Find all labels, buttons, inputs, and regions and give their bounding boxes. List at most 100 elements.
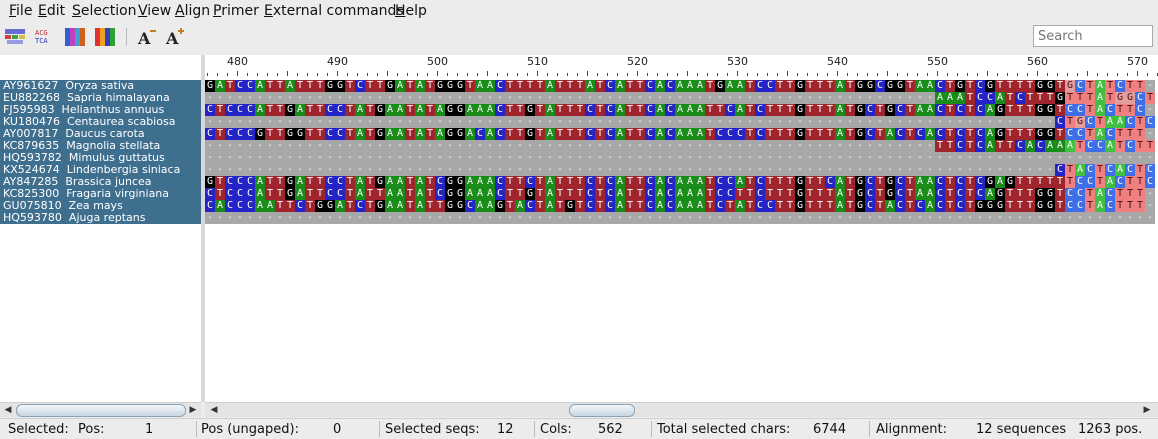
- base-cell: T: [1055, 176, 1065, 188]
- base-cell: C: [645, 104, 655, 116]
- ruler-tick: [1137, 71, 1138, 76]
- base-cell: A: [1095, 200, 1105, 212]
- status-separator: [379, 421, 380, 437]
- sequence-name-row[interactable]: KC825300 Fragaria virginiana: [0, 188, 201, 200]
- alignment-row[interactable]: CTCCCATTGATTCCTATGAATATAGGAAACTTGTATTTCT…: [205, 104, 1158, 116]
- base-cell: C: [665, 128, 675, 140]
- color-scheme-2-icon[interactable]: ACG TCA: [34, 26, 56, 48]
- menu-align[interactable]: Align: [175, 3, 210, 19]
- ruler-tick: [927, 73, 928, 76]
- sequence-name-row[interactable]: AY961627 Oryza sativa: [0, 80, 201, 92]
- alignment-row[interactable]: GTCCCATTGATTCCTATGAATATCGGAAACTTCTATTTCT…: [205, 176, 1158, 188]
- ruler-tick: [257, 73, 258, 76]
- alignment-row[interactable]: CTCCCGTTGGTTCCTATGAATATAGGACACTTGTATTTCT…: [205, 128, 1158, 140]
- base-cell: -: [615, 152, 625, 164]
- alignment-row[interactable]: ----------------------------------------…: [205, 212, 1158, 224]
- ruler-tick: [557, 73, 558, 76]
- menu-external-commands[interactable]: External commands: [264, 3, 404, 19]
- base-cell: T: [535, 128, 545, 140]
- base-cell: T: [845, 188, 855, 200]
- base-cell: -: [585, 152, 595, 164]
- alignment-row[interactable]: ----------------------------------------…: [205, 116, 1158, 128]
- ruler-tick: [1097, 73, 1098, 76]
- base-cell: C: [725, 128, 735, 140]
- names-scroll-thumb[interactable]: [16, 404, 186, 417]
- alignment-row[interactable]: CACCCAATTCTGGATCTGAATATTGGCAAGTACTATGTCT…: [205, 200, 1158, 212]
- base-cell: T: [945, 188, 955, 200]
- sequence-name-row[interactable]: KX524674 Lindenbergia siniaca: [0, 164, 201, 176]
- menu-primer[interactable]: Primer: [213, 3, 259, 19]
- alignment-row[interactable]: ----------------------------------------…: [205, 164, 1158, 176]
- font-increase-icon[interactable]: A: [164, 26, 186, 48]
- sequence-name-row[interactable]: GU075810 Zea mays: [0, 200, 201, 212]
- scroll-right-arrow-icon[interactable]: ▶: [1141, 404, 1153, 416]
- base-cell: -: [705, 140, 715, 152]
- ruler-tick: [637, 71, 638, 76]
- base-cell: -: [395, 212, 405, 224]
- menu-view[interactable]: View: [138, 3, 171, 19]
- scroll-left-arrow-icon[interactable]: ◀: [2, 404, 14, 416]
- menu-help[interactable]: Help: [395, 3, 427, 19]
- base-cell: G: [525, 188, 535, 200]
- alignment-row[interactable]: ----------------------------------------…: [205, 152, 1158, 164]
- alignment-row[interactable]: GATCCATTATTTGGTCTTGATATGGGTAACTTTTATTTAT…: [205, 80, 1158, 92]
- base-cell: -: [295, 116, 305, 128]
- scroll-right-arrow-icon[interactable]: ▶: [187, 404, 199, 416]
- sequence-name-row[interactable]: HQ593780 Ajuga reptans: [0, 212, 201, 224]
- base-cell: T: [845, 128, 855, 140]
- sequence-name-row[interactable]: FJ595983 Helianthus annuus: [0, 104, 201, 116]
- base-cell: -: [465, 212, 475, 224]
- sequence-names-panel: AY961627 Oryza sativa EU882268 Sapria him…: [0, 55, 202, 402]
- alignment-row[interactable]: ----------------------------------------…: [205, 92, 1158, 104]
- base-cell: T: [215, 104, 225, 116]
- base-cell: -: [865, 116, 875, 128]
- alignment-grid[interactable]: GATCCATTATTTGGTCTTGATATGGGTAACTTTTATTTAT…: [205, 80, 1158, 224]
- base-cell: -: [1035, 152, 1045, 164]
- color-scheme-3-icon[interactable]: [64, 26, 86, 48]
- base-cell: T: [1135, 128, 1145, 140]
- base-cell: -: [825, 212, 835, 224]
- base-cell: G: [855, 200, 865, 212]
- alignment-scroll-thumb[interactable]: [569, 404, 635, 417]
- sequence-name-row[interactable]: HQ593782 Mimulus guttatus: [0, 152, 201, 164]
- sequence-name-row[interactable]: KU180476 Centaurea scabiosa: [0, 116, 201, 128]
- names-horizontal-scrollbar[interactable]: ◀ ▶: [0, 402, 201, 417]
- sequence-name-row[interactable]: EU882268 Sapria himalayana: [0, 92, 201, 104]
- base-cell: C: [975, 80, 985, 92]
- ruler-tick: [647, 73, 648, 76]
- base-cell: -: [265, 140, 275, 152]
- menu-edit[interactable]: Edit: [38, 3, 65, 19]
- ruler-tick: [267, 73, 268, 76]
- base-cell: A: [655, 128, 665, 140]
- font-decrease-icon[interactable]: A: [136, 26, 158, 48]
- alignment-row[interactable]: ----------------------------------------…: [205, 140, 1158, 152]
- base-cell: -: [755, 92, 765, 104]
- sequence-name-row[interactable]: KC879635 Magnolia stellata: [0, 140, 201, 152]
- ruler-tick: [1017, 73, 1018, 76]
- base-cell: -: [385, 212, 395, 224]
- base-cell: -: [265, 116, 275, 128]
- sequence-name-row[interactable]: AY847285 Brassica juncea: [0, 176, 201, 188]
- base-cell: C: [325, 176, 335, 188]
- base-cell: C: [325, 128, 335, 140]
- base-cell: T: [625, 200, 635, 212]
- color-scheme-4-icon[interactable]: [94, 26, 116, 48]
- menu-selection[interactable]: Selection: [72, 3, 137, 19]
- base-cell: T: [565, 176, 575, 188]
- base-cell: T: [595, 104, 605, 116]
- alignment-row[interactable]: CTCCCATTGATTCCTATTAATATCGGAAACTTGTATTTCT…: [205, 188, 1158, 200]
- scroll-left-arrow-icon[interactable]: ◀: [208, 404, 220, 416]
- color-scheme-1-icon[interactable]: [4, 26, 26, 48]
- ruler-tick: [947, 73, 948, 76]
- base-cell: -: [665, 212, 675, 224]
- alignment-horizontal-scrollbar[interactable]: ◀ ▶: [205, 402, 1158, 417]
- ruler-tick: [697, 73, 698, 76]
- base-cell: -: [415, 152, 425, 164]
- sequence-name-row[interactable]: AY007817 Daucus carota: [0, 128, 201, 140]
- ruler-tick: [477, 73, 478, 76]
- menu-file[interactable]: File: [9, 3, 32, 19]
- search-input[interactable]: [1033, 25, 1153, 47]
- base-cell: -: [605, 152, 615, 164]
- base-cell: -: [215, 116, 225, 128]
- base-cell: -: [605, 212, 615, 224]
